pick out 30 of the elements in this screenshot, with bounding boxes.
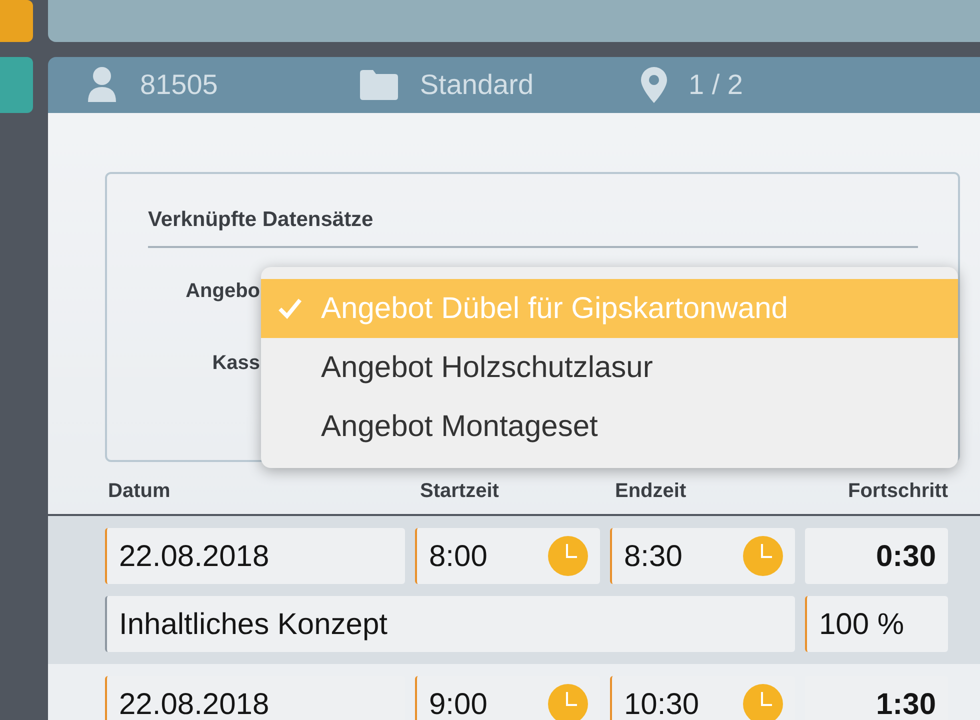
clock-icon[interactable]: [548, 684, 588, 720]
date-field[interactable]: 22.08.2018: [105, 528, 405, 584]
location-pin-icon: [640, 67, 667, 103]
field-label: Angebo: [184, 278, 260, 304]
duration-field: 0:30: [805, 528, 948, 584]
column-header: Startzeit: [419, 479, 500, 504]
clock-icon[interactable]: [548, 536, 588, 576]
folder-label: Standard: [420, 68, 534, 102]
column-header: Fortschritt: [847, 479, 948, 504]
end-time-field[interactable]: 8:30: [610, 528, 795, 584]
start-time-field[interactable]: 8:00: [415, 528, 600, 584]
table-row[interactable]: 22.08.2018 9:00 10:30 1:30: [48, 664, 980, 720]
clock-icon[interactable]: [743, 684, 783, 720]
panel-title: Verknüpfte Datensätze: [148, 204, 918, 248]
description-field[interactable]: Inhaltliches Konzept: [105, 596, 795, 652]
dropdown-option[interactable]: Angebot Montageset: [261, 397, 958, 456]
check-icon: [277, 297, 303, 319]
column-header: Endzeit: [614, 479, 688, 504]
sidebar-tile[interactable]: [0, 57, 33, 113]
column-header: Datum: [107, 479, 172, 504]
folder-icon: [360, 70, 398, 100]
table-row[interactable]: 22.08.2018 8:00 8:30 0:30 Inhaltliches Konzept 100 %: [48, 516, 980, 664]
user-icon: [86, 66, 118, 104]
user-id: 81505: [140, 68, 218, 102]
progress-field[interactable]: 100 %: [805, 596, 948, 652]
sidebar-tile[interactable]: [0, 0, 33, 42]
clock-icon[interactable]: [743, 536, 783, 576]
field-label: Kass: [211, 350, 260, 376]
dropdown-option[interactable]: Angebot Holzschutzlasur: [261, 338, 958, 397]
page-indicator: 1 / 2: [688, 68, 743, 102]
